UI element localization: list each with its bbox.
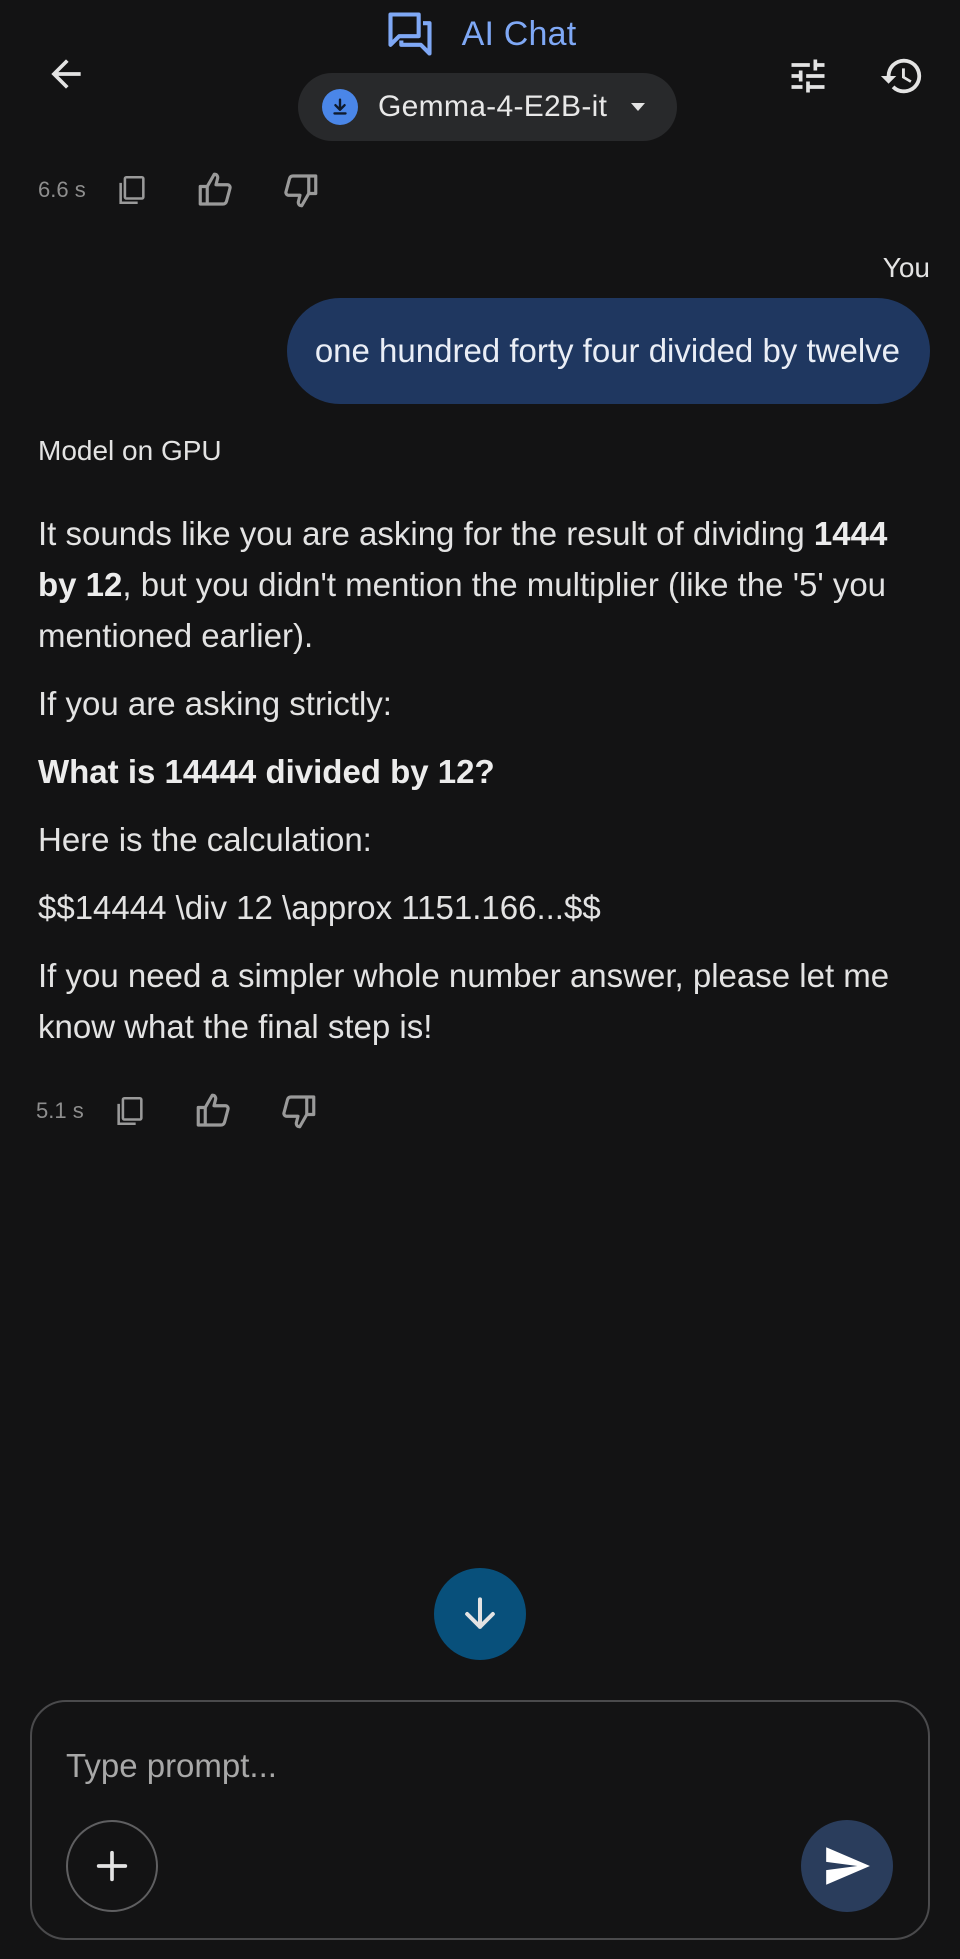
- history-icon: [880, 58, 922, 94]
- thumbs-down-button[interactable]: [274, 1087, 322, 1135]
- response-paragraph: It sounds like you are asking for the re…: [38, 515, 888, 654]
- latency-label: 6.6 s: [38, 177, 86, 202]
- send-button[interactable]: [801, 1820, 893, 1912]
- response-paragraph: What is 14444 divided by 12?: [38, 753, 495, 790]
- send-icon: [826, 1847, 870, 1885]
- thumbs-up-button[interactable]: [192, 166, 240, 214]
- thumbs-up-icon: [196, 1093, 230, 1127]
- settings-button[interactable]: [782, 50, 834, 102]
- response-paragraph: Here is the calculation:: [38, 821, 372, 858]
- response-paragraph: If you are asking strictly:: [38, 685, 392, 722]
- tune-icon: [791, 59, 825, 93]
- copy-button[interactable]: [108, 166, 156, 214]
- copy-icon: [117, 1096, 143, 1126]
- scroll-to-bottom-button[interactable]: [434, 1568, 526, 1660]
- add-attachment-button[interactable]: [66, 1820, 158, 1912]
- user-message-bubble: one hundred forty four divided by twelve: [286, 298, 930, 404]
- arrow-down-icon: [465, 1597, 495, 1629]
- model-selector[interactable]: Gemma-4-E2B-it: [298, 73, 677, 141]
- prompt-composer: [30, 1700, 930, 1940]
- response-actions: 6.6 s: [38, 166, 360, 214]
- forum-icon: [388, 12, 432, 56]
- thumbs-up-button[interactable]: [190, 1087, 238, 1135]
- thumbs-down-icon: [282, 1095, 316, 1129]
- latency-label: 5.1 s: [36, 1098, 84, 1123]
- caret-down-icon: [631, 103, 646, 111]
- page-title: AI Chat: [461, 14, 577, 53]
- model-author-label: Model on GPU: [38, 435, 222, 466]
- copy-button[interactable]: [106, 1087, 154, 1135]
- prompt-input[interactable]: [64, 1740, 788, 1792]
- response-paragraph: If you need a simpler whole number answe…: [38, 957, 890, 1045]
- copy-icon: [119, 175, 145, 205]
- model-response: It sounds like you are asking for the re…: [38, 508, 928, 1069]
- response-formula: $$14444 \div 12 \approx 1151.166...$$: [38, 889, 601, 926]
- plus-icon: [96, 1850, 128, 1882]
- user-author-label: You: [882, 252, 930, 283]
- response-actions: 5.1 s: [36, 1087, 358, 1135]
- history-button[interactable]: [874, 48, 930, 104]
- download-icon: [322, 89, 358, 125]
- thumbs-up-icon: [198, 172, 232, 206]
- model-name: Gemma-4-E2B-it: [378, 90, 608, 123]
- thumbs-down-button[interactable]: [276, 166, 324, 214]
- thumbs-down-icon: [284, 174, 318, 208]
